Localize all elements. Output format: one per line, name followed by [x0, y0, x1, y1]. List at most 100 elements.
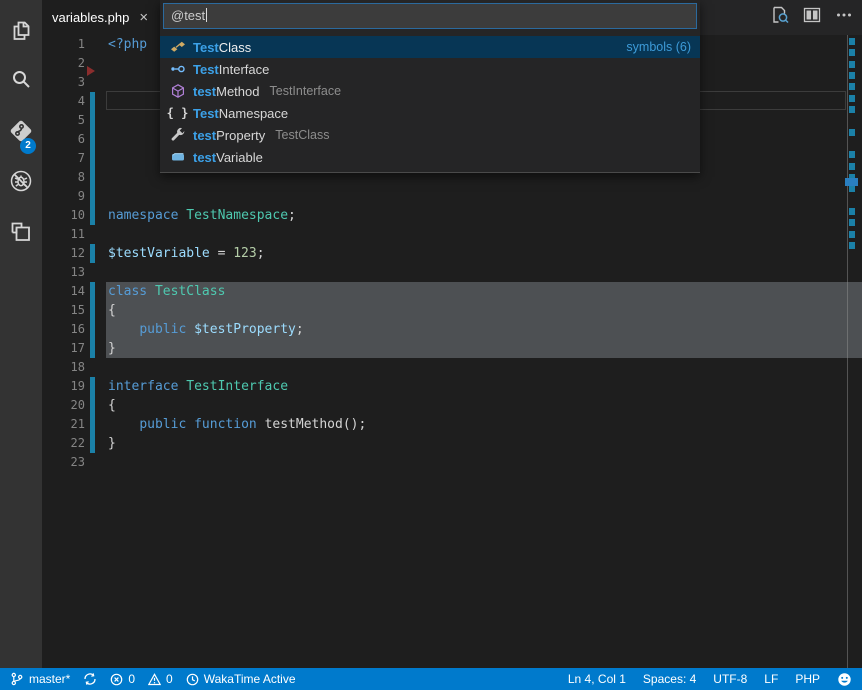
code-token: function	[194, 417, 257, 432]
more-actions-icon	[834, 5, 854, 30]
status-indentation-label: Spaces: 4	[643, 672, 696, 686]
code-token: ;	[296, 322, 304, 337]
activity-bar-item-source-control[interactable]: 2	[0, 111, 42, 155]
code-line[interactable]: <?php	[108, 35, 147, 54]
code-token: interface	[108, 379, 178, 394]
activity-bar-item-debug[interactable]	[0, 161, 42, 205]
result-detail: TestClass	[275, 128, 329, 142]
status-wakatime[interactable]: WakaTime Active	[186, 672, 296, 686]
status-encoding[interactable]: UTF-8	[713, 672, 747, 686]
result-count-badge: symbols (6)	[626, 40, 691, 54]
line-number[interactable]: 16	[42, 320, 85, 339]
line-number[interactable]: 6	[42, 130, 85, 149]
line-number[interactable]: 15	[42, 301, 85, 320]
more-actions-button[interactable]	[834, 8, 854, 28]
close-icon[interactable]: ×	[139, 10, 148, 25]
line-number[interactable]: 5	[42, 111, 85, 130]
code-token	[257, 417, 265, 432]
line-number[interactable]: 4	[42, 92, 85, 111]
open-preview-button[interactable]	[770, 8, 790, 28]
line-number[interactable]: 19	[42, 377, 85, 396]
status-git-branch[interactable]: master*	[10, 672, 70, 686]
quick-open-input[interactable]: @test	[163, 3, 697, 29]
status-eol-label: LF	[764, 672, 778, 686]
code-line[interactable]: namespace TestNamespace;	[108, 206, 296, 225]
line-number[interactable]: 1	[42, 35, 85, 54]
activity-bar-item-extensions[interactable]	[0, 212, 42, 256]
split-editor-icon	[802, 5, 822, 30]
line-number[interactable]: 20	[42, 396, 85, 415]
method-icon	[169, 83, 186, 99]
line-number[interactable]: 17	[42, 339, 85, 358]
overview-ruler-modified-mark	[849, 219, 855, 226]
overview-ruler-modified-mark	[849, 242, 855, 249]
code-line[interactable]: {	[108, 301, 116, 320]
quick-open-result-testVariable[interactable]: testVariable	[160, 146, 700, 168]
line-number[interactable]: 3	[42, 73, 85, 92]
status-bar-right: Ln 4, Col 1 Spaces: 4 UTF-8 LF PHP	[568, 672, 852, 687]
line-number[interactable]: 8	[42, 168, 85, 187]
quick-open-result-TestNamespace[interactable]: { }TestNamespace	[160, 102, 700, 124]
overview-ruler-modified-mark	[849, 49, 855, 56]
line-number[interactable]: 12	[42, 244, 85, 263]
line-number[interactable]: 13	[42, 263, 85, 282]
status-warnings[interactable]: 0	[148, 672, 173, 686]
modified-line-indicator	[90, 415, 95, 434]
code-token: public	[139, 417, 186, 432]
code-line[interactable]: }	[108, 434, 116, 453]
scm-badge: 2	[20, 138, 36, 154]
status-eol[interactable]: LF	[764, 672, 778, 686]
quick-open-widget: @test TestClasssymbols (6)TestInterfacet…	[160, 0, 700, 173]
result-label: Namespace	[219, 106, 288, 121]
code-token: ;	[257, 246, 265, 261]
result-label: Interface	[219, 62, 270, 77]
code-line[interactable]: interface TestInterface	[108, 377, 288, 396]
line-number[interactable]: 11	[42, 225, 85, 244]
status-feedback[interactable]	[837, 672, 852, 687]
overview-ruler-modified-mark	[849, 208, 855, 215]
status-sync[interactable]	[83, 672, 97, 686]
line-number[interactable]: 7	[42, 149, 85, 168]
status-errors[interactable]: 0	[110, 672, 135, 686]
result-detail: TestInterface	[270, 84, 342, 98]
text-cursor	[206, 8, 207, 22]
line-number[interactable]: 23	[42, 453, 85, 472]
status-indentation[interactable]: Spaces: 4	[643, 672, 696, 686]
split-editor-button[interactable]	[802, 8, 822, 28]
status-language-mode[interactable]: PHP	[795, 672, 820, 686]
quick-open-result-TestInterface[interactable]: TestInterface	[160, 58, 700, 80]
quick-open-result-testProperty[interactable]: testPropertyTestClass	[160, 124, 700, 146]
code-token	[108, 417, 139, 432]
result-label: Variable	[216, 150, 263, 165]
status-language-mode-label: PHP	[795, 672, 820, 686]
result-match-text: test	[193, 128, 216, 143]
code-line[interactable]: class TestClass	[108, 282, 225, 301]
modified-line-indicator	[90, 377, 95, 396]
code-line[interactable]: $testVariable = 123;	[108, 244, 265, 263]
code-line[interactable]: public function testMethod();	[108, 415, 366, 434]
code-line[interactable]: {	[108, 396, 116, 415]
quick-open-result-testMethod[interactable]: testMethodTestInterface	[160, 80, 700, 102]
line-number[interactable]: 2	[42, 54, 85, 73]
activity-bar-item-explorer[interactable]	[0, 11, 42, 55]
line-number[interactable]: 14	[42, 282, 85, 301]
code-line[interactable]: }	[108, 339, 116, 358]
status-cursor-position[interactable]: Ln 4, Col 1	[568, 672, 626, 686]
status-bar: master* 00 WakaTime Active Ln 4, Col 1 Spac…	[0, 668, 862, 690]
extensions-icon	[8, 219, 34, 250]
line-number[interactable]: 10	[42, 206, 85, 225]
line-number[interactable]: 9	[42, 187, 85, 206]
activity-bar-item-search[interactable]	[0, 59, 42, 103]
status-errors-label: 0	[128, 672, 135, 686]
code-line[interactable]: public $testProperty;	[108, 320, 304, 339]
modified-line-indicator	[90, 320, 95, 339]
code-token: ();	[343, 417, 366, 432]
quick-open-result-TestClass[interactable]: TestClasssymbols (6)	[160, 36, 700, 58]
line-number[interactable]: 21	[42, 415, 85, 434]
line-number[interactable]: 18	[42, 358, 85, 377]
line-number[interactable]: 22	[42, 434, 85, 453]
debug-icon	[8, 168, 34, 199]
modified-line-indicator	[90, 149, 95, 168]
overview-ruler-modified-mark	[849, 83, 855, 90]
tab-variables-php[interactable]: variables.php ×	[42, 0, 160, 35]
